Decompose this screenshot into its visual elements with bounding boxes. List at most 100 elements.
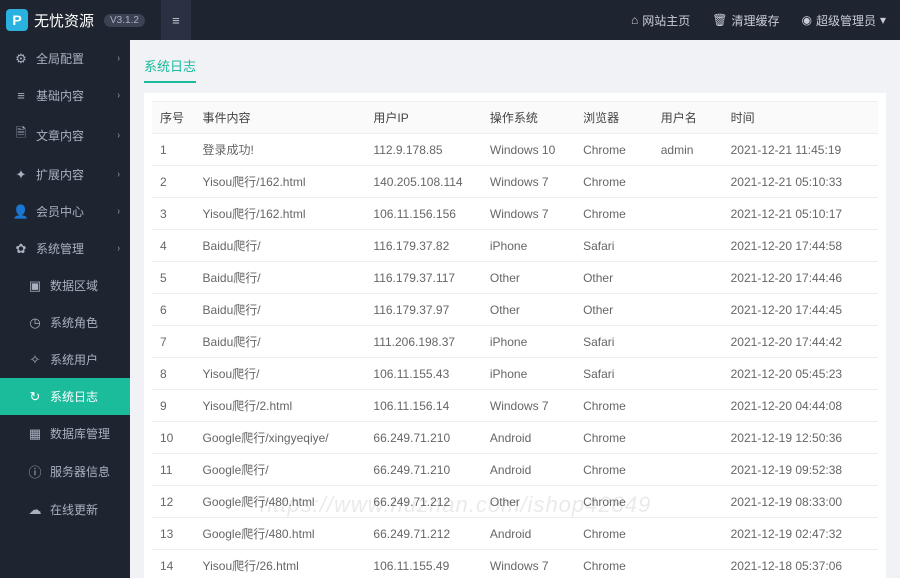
cell-browser: Other <box>575 262 653 294</box>
cell-os: Windows 7 <box>482 166 575 198</box>
cell-user: admin <box>653 134 723 166</box>
cell-time: 2021-12-20 17:44:46 <box>723 262 878 294</box>
content-tabs: 系统日志 <box>144 50 886 83</box>
chevron-down-icon: ▾ <box>880 13 886 27</box>
nav-label: 数据库管理 <box>50 425 110 442</box>
cell-ip: 116.179.37.117 <box>365 262 481 294</box>
cell-event: Yisou爬行/2.html <box>195 390 366 422</box>
sidebar-item-0[interactable]: ⚙全局配置› <box>0 40 130 77</box>
cell-browser: Safari <box>575 358 653 390</box>
cell-browser: Chrome <box>575 550 653 578</box>
cell-browser: Chrome <box>575 486 653 518</box>
cell-seq: 6 <box>152 294 195 326</box>
nav-label: 在线更新 <box>50 501 98 518</box>
sidebar-toggle-button[interactable]: ≡ <box>161 0 191 40</box>
chevron-right-icon: › <box>117 90 119 101</box>
cell-ip: 111.206.198.37 <box>365 326 481 358</box>
cell-event: Google爬行/ <box>195 454 366 486</box>
cell-seq: 8 <box>152 358 195 390</box>
sidebar-item-1[interactable]: ≡基础内容› <box>0 77 130 114</box>
cell-time: 2021-12-20 17:44:58 <box>723 230 878 262</box>
cell-os: Windows 10 <box>482 134 575 166</box>
table-row: 4Baidu爬行/116.179.37.82iPhoneSafari2021-1… <box>152 230 878 262</box>
tab-system-log[interactable]: 系统日志 <box>144 50 196 83</box>
cell-event: Google爬行/480.html <box>195 518 366 550</box>
nav-label: 基础内容 <box>36 87 84 104</box>
th-event: 事件内容 <box>195 102 366 134</box>
th-ip: 用户IP <box>365 102 481 134</box>
chevron-right-icon: › <box>117 169 119 180</box>
cell-event: 登录成功! <box>195 134 366 166</box>
cell-time: 2021-12-19 02:47:32 <box>723 518 878 550</box>
cell-time: 2021-12-21 05:10:33 <box>723 166 878 198</box>
cell-time: 2021-12-19 09:52:38 <box>723 454 878 486</box>
sidebar-sub-0[interactable]: ▣数据区域 <box>0 267 130 304</box>
nav-icon: ▦ <box>28 426 42 442</box>
cell-time: 2021-12-19 08:33:00 <box>723 486 878 518</box>
cell-os: Other <box>482 294 575 326</box>
nav-icon: ✧ <box>28 352 42 368</box>
sidebar-item-3[interactable]: ✦扩展内容› <box>0 156 130 193</box>
cell-ip: 106.11.155.49 <box>365 550 481 578</box>
sidebar-item-4[interactable]: 👤 会员中心 › <box>0 193 130 230</box>
cell-user <box>653 198 723 230</box>
home-icon: ⌂ <box>631 13 638 27</box>
sidebar-item-2[interactable]: 🗎文章内容› <box>0 114 130 156</box>
table-row: 13Google爬行/480.html66.249.71.212AndroidC… <box>152 518 878 550</box>
cell-ip: 66.249.71.212 <box>365 486 481 518</box>
cell-os: iPhone <box>482 230 575 262</box>
top-header: P 无忧资源 V3.1.2 ≡ ⌂网站主页 🗑清理缓存 ◉超级管理员 ▾ <box>0 0 900 40</box>
table-row: 12Google爬行/480.html66.249.71.212OtherChr… <box>152 486 878 518</box>
nav-label: 系统用户 <box>50 351 98 368</box>
th-os: 操作系统 <box>482 102 575 134</box>
cell-user <box>653 230 723 262</box>
sidebar-sub-3[interactable]: ↻系统日志 <box>0 378 130 415</box>
nav-icon: 🗎 <box>14 124 28 146</box>
sidebar-sub-4[interactable]: ▦ 数据库管理 <box>0 415 130 452</box>
nav-icon: 👤 <box>14 204 28 220</box>
cell-seq: 3 <box>152 198 195 230</box>
clear-cache-link[interactable]: 🗑清理缓存 <box>712 12 779 29</box>
brand-name: 无忧资源 <box>34 10 94 31</box>
homepage-link[interactable]: ⌂ 网站主页 <box>631 12 690 29</box>
th-time: 时间 <box>723 102 878 134</box>
cell-seq: 13 <box>152 518 195 550</box>
chevron-right-icon: › <box>117 206 119 217</box>
th-seq: 序号 <box>152 102 195 134</box>
cell-time: 2021-12-21 05:10:17 <box>723 198 878 230</box>
cell-os: Windows 7 <box>482 198 575 230</box>
sidebar-sub-5[interactable]: ⓘ服务器信息 <box>0 452 130 491</box>
homepage-label: 网站主页 <box>642 12 690 29</box>
cell-user <box>653 454 723 486</box>
nav-label: 数据区域 <box>50 277 98 294</box>
cell-ip: 106.11.156.14 <box>365 390 481 422</box>
cell-ip: 140.205.108.114 <box>365 166 481 198</box>
sidebar-sub-6[interactable]: ☁ 在线更新 <box>0 491 130 528</box>
cell-user <box>653 390 723 422</box>
nav-icon: ⓘ <box>28 462 42 481</box>
cell-browser: Safari <box>575 326 653 358</box>
cell-seq: 11 <box>152 454 195 486</box>
nav-label: 会员中心 <box>36 203 84 220</box>
cell-event: Yisou爬行/26.html <box>195 550 366 578</box>
cell-event: Yisou爬行/162.html <box>195 166 366 198</box>
cell-browser: Chrome <box>575 422 653 454</box>
admin-user-menu[interactable]: ◉超级管理员 ▾ <box>801 12 886 29</box>
cell-user <box>653 486 723 518</box>
sidebar-sub-2[interactable]: ✧ 系统用户 <box>0 341 130 378</box>
cell-os: Android <box>482 422 575 454</box>
cell-browser: Chrome <box>575 518 653 550</box>
table-header-row: 序号 事件内容 用户IP 操作系统 浏览器 用户名 时间 <box>152 102 878 134</box>
cell-seq: 14 <box>152 550 195 578</box>
nav-icon: ☁ <box>28 502 42 518</box>
sidebar-sub-1[interactable]: ◷系统角色 <box>0 304 130 341</box>
logo-icon: P <box>6 9 28 31</box>
cell-user <box>653 518 723 550</box>
cell-os: Other <box>482 486 575 518</box>
nav-icon: ✿ <box>14 241 28 257</box>
sidebar-item-5[interactable]: ✿系统管理› <box>0 230 130 267</box>
cell-event: Baidu爬行/ <box>195 326 366 358</box>
cell-user <box>653 294 723 326</box>
cell-seq: 4 <box>152 230 195 262</box>
admin-label: 超级管理员 <box>816 12 876 29</box>
